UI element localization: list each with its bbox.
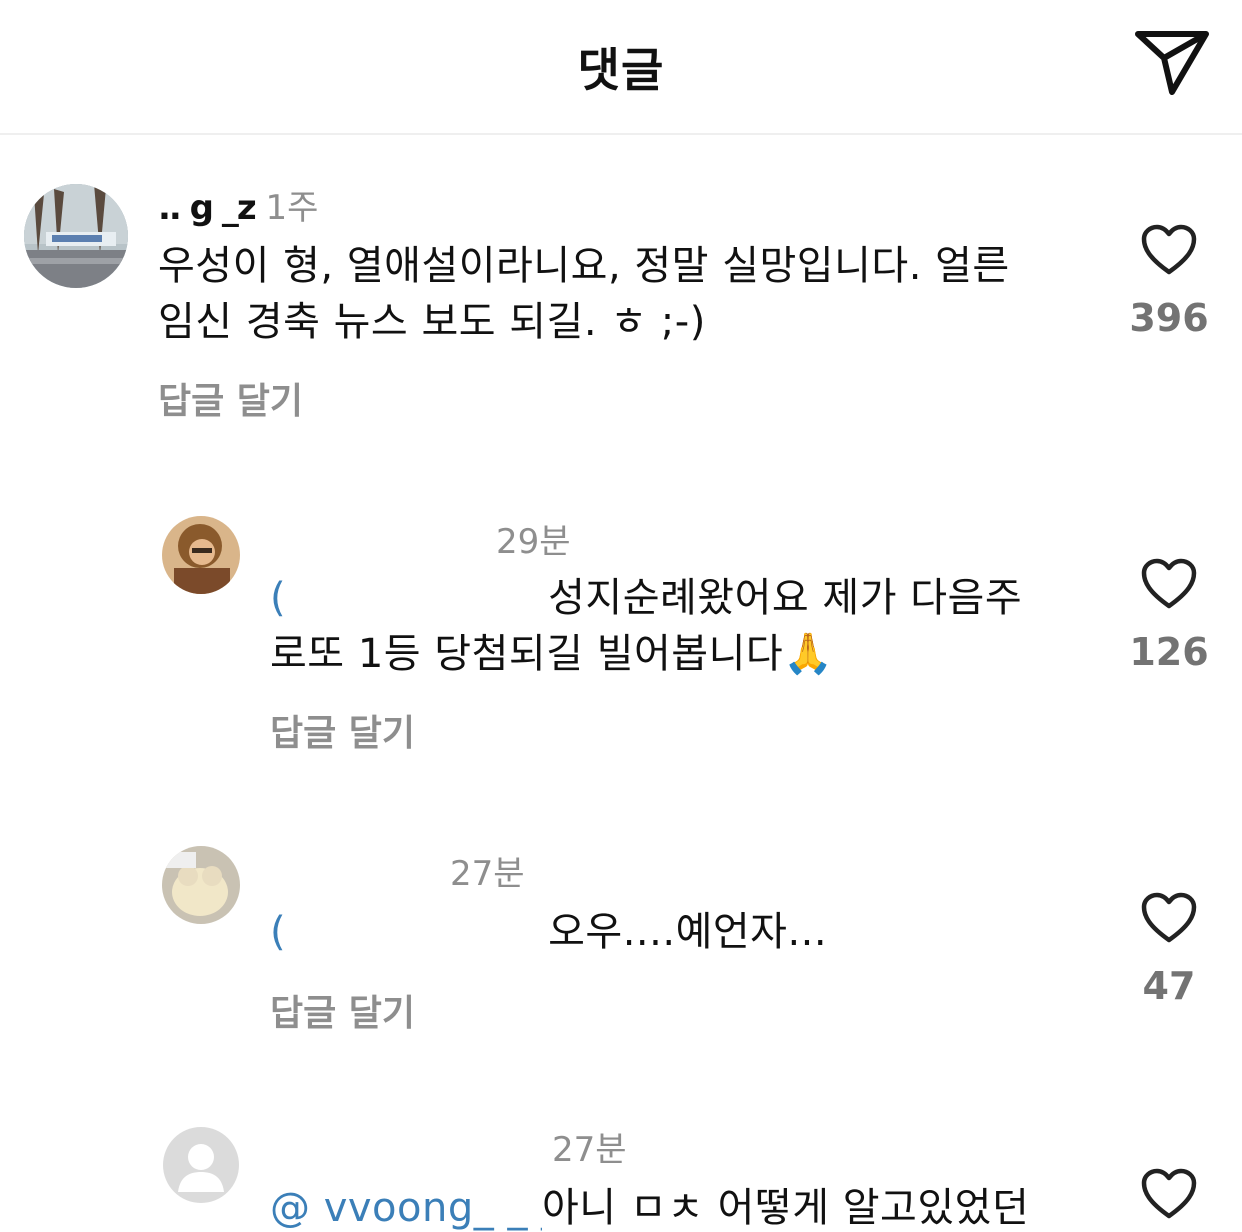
- like-area: 47: [1124, 892, 1214, 1008]
- comment-line: 우성이 형, 열애설이라니요, 정말 실망입니다. 얼른: [158, 243, 1010, 289]
- comment-text-segment: 오우....예언자...: [548, 909, 828, 955]
- comment-text-segment: 성지순례왔어요 제가 다음주: [548, 575, 1023, 621]
- comment-text: 우성이 형, 열애설이라니요, 정말 실망입니다. 얼른 임신 경축 뉴스 보도…: [158, 238, 1078, 350]
- comment-text-segment: 아니 ㅁㅊ 어떻게 알고있었던: [542, 1185, 1030, 1231]
- comment-line: 임신 경축 뉴스 보도 되길. ㅎ ;-): [158, 299, 706, 345]
- comment-text-segment: 로또 1등 당첨되길 빌어봅니다: [270, 631, 784, 677]
- heart-icon[interactable]: [1141, 224, 1197, 276]
- reply-button[interactable]: 답글 달기: [270, 704, 415, 756]
- comment-line: ( 성지순례왔어요 제가 다음주: [270, 570, 1070, 626]
- comment-text: ( 오우....예언자...: [270, 904, 1070, 960]
- timestamp: 27분: [552, 1130, 627, 1170]
- default-avatar[interactable]: [162, 1126, 240, 1204]
- timestamp: 29분: [496, 522, 571, 562]
- reply-button[interactable]: 답글 달기: [270, 984, 415, 1036]
- like-count: 396: [1129, 296, 1209, 340]
- username[interactable]: .. g _z: [158, 188, 257, 228]
- mention-link[interactable]: (: [270, 909, 286, 955]
- comment-item: .. g _z 1주 우성이 형, 열애설이라니요, 정말 실망입니다. 얼른 …: [0, 150, 1242, 450]
- redacted-mask: [286, 576, 549, 624]
- like-area: 126: [1124, 558, 1214, 674]
- timestamp: 27분: [450, 854, 525, 894]
- avatar[interactable]: [162, 516, 240, 594]
- like-count: 47: [1142, 964, 1196, 1008]
- timestamp: 1주: [265, 188, 319, 228]
- header: 댓글: [0, 0, 1242, 135]
- pray-emoji: 🙏: [783, 631, 834, 677]
- comments-screen: 댓글 .. g _z 1주 우성이 형, 열애설이라니요, 정말 실망입니다. …: [0, 0, 1242, 1232]
- heart-icon[interactable]: [1141, 1168, 1197, 1220]
- comment-line: 로또 1등 당첨되길 빌어봅니다🙏: [270, 626, 1070, 682]
- like-area: [1124, 1168, 1214, 1220]
- redacted-mask: [286, 910, 549, 958]
- like-count: 126: [1129, 630, 1209, 674]
- heart-icon[interactable]: [1141, 892, 1197, 944]
- reply-button[interactable]: 답글 달기: [158, 372, 303, 424]
- heart-icon[interactable]: [1141, 558, 1197, 610]
- comment-item: 27분 ( 오우....예언자... 답글 달기 47: [0, 830, 1242, 1070]
- like-area: 396: [1124, 224, 1214, 340]
- mention-link[interactable]: (: [270, 575, 286, 621]
- avatar[interactable]: [24, 184, 128, 288]
- page-title: 댓글: [577, 43, 665, 97]
- comment-meta: .. g _z 1주: [158, 180, 318, 229]
- comment-text: @ vvoong_ _ _ _ _ z아니 ㅁㅊ 어떻게 알고있었던: [270, 1180, 1090, 1232]
- comment-text: ( 성지순례왔어요 제가 다음주 로또 1등 당첨되길 빌어봅니다🙏: [270, 570, 1070, 682]
- avatar[interactable]: [162, 846, 240, 924]
- comment-item: 29분 ( 성지순례왔어요 제가 다음주 로또 1등 당첨되길 빌어봅니다🙏 답글…: [0, 500, 1242, 780]
- comment-line: ( 오우....예언자...: [270, 904, 1070, 960]
- send-icon[interactable]: [1134, 28, 1210, 98]
- comment-item: 27분 @ vvoong_ _ _ _ _ z아니 ㅁㅊ 어떻게 알고있었던: [0, 1110, 1242, 1232]
- mention-link[interactable]: @ vvoong_ _ _ _ _ z: [270, 1180, 542, 1232]
